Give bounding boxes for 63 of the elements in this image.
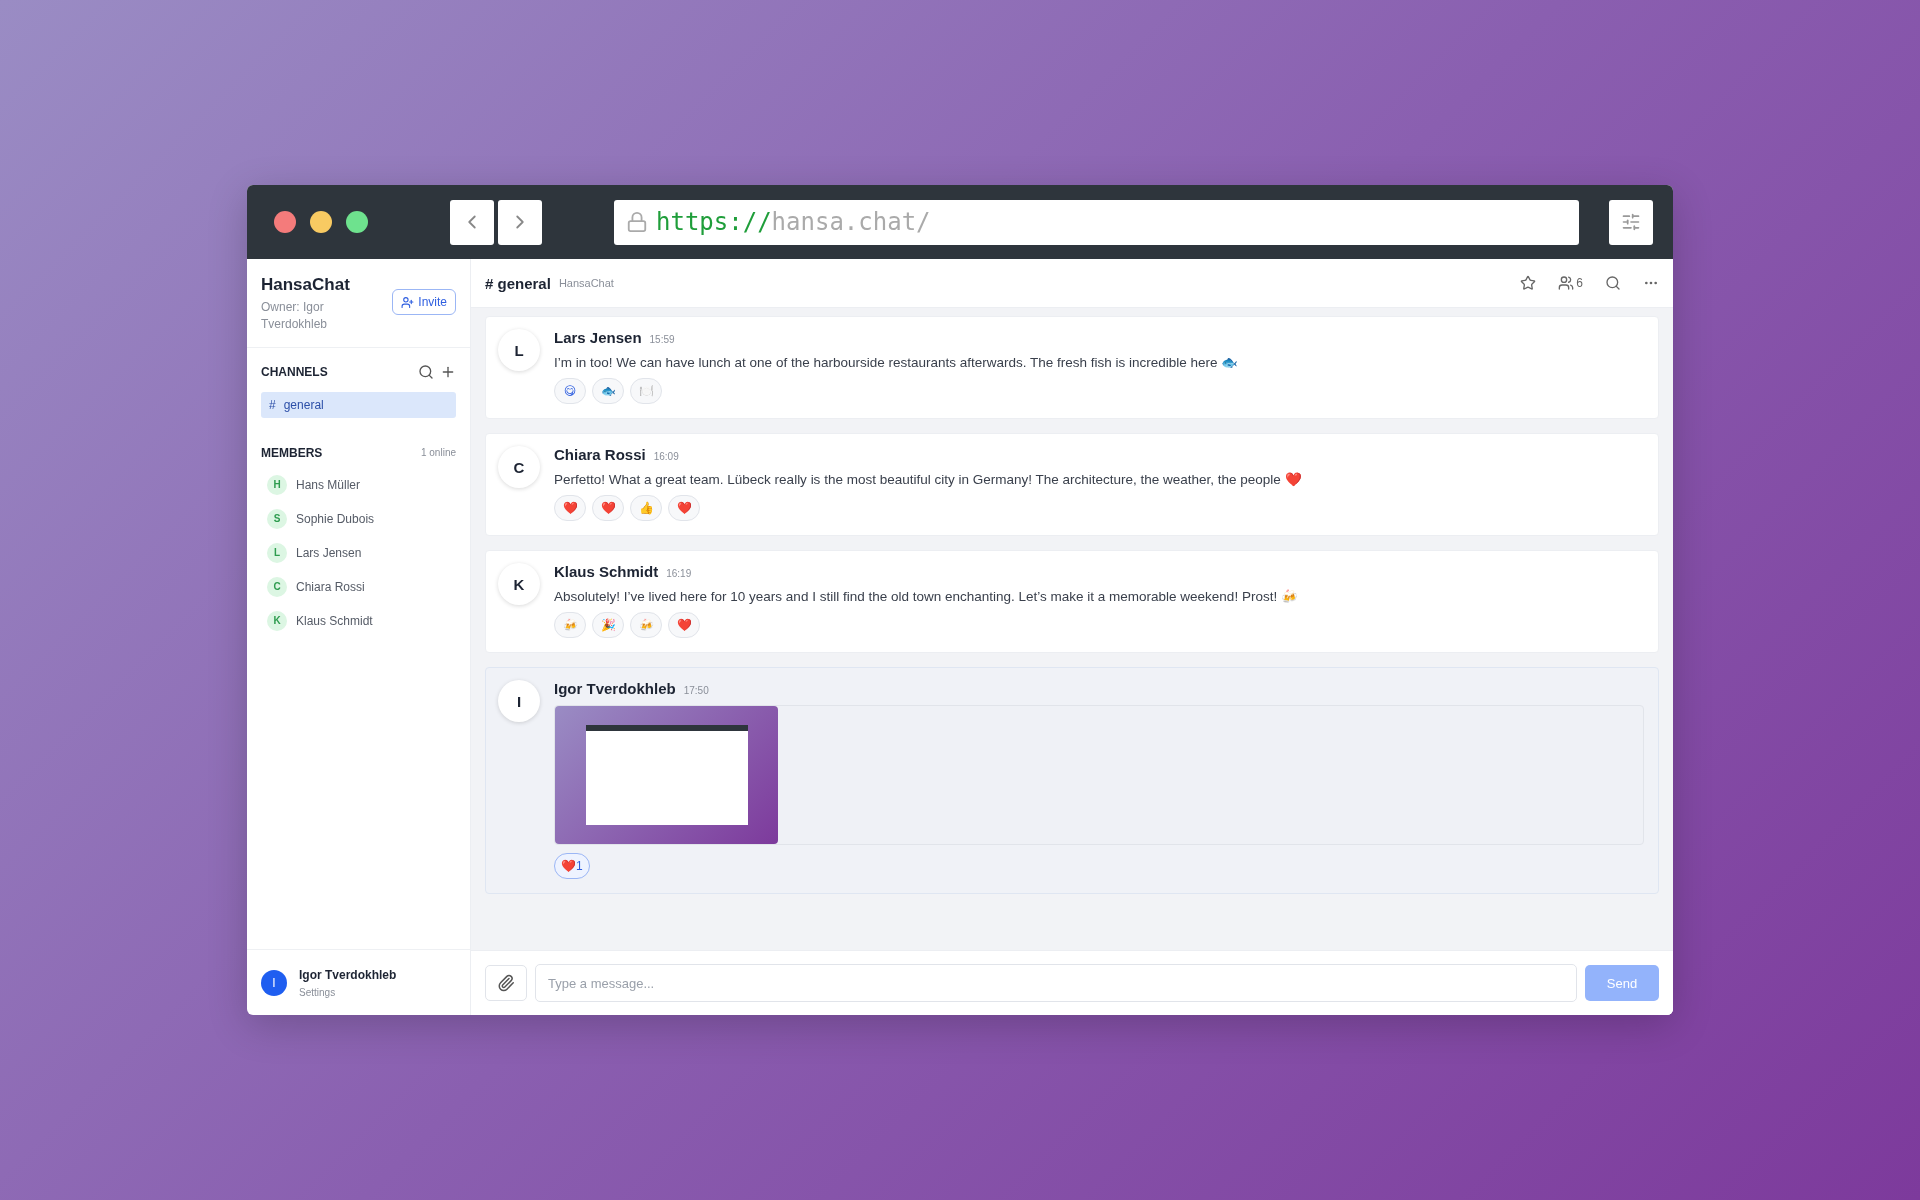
- member-name[interactable]: Hans Müller: [296, 477, 361, 492]
- paperclip-icon: [497, 974, 515, 992]
- reaction-chip[interactable]: ❤1: [554, 853, 590, 879]
- reaction-chip[interactable]: ❤: [592, 495, 624, 521]
- workspace-name: HansaChat: [261, 275, 351, 295]
- member-avatar: C: [267, 576, 287, 597]
- author-avatar: K: [498, 563, 540, 605]
- author-name: Klaus Schmidt: [554, 563, 659, 580]
- back-button[interactable]: [450, 199, 494, 245]
- user-avatar: I: [261, 969, 287, 996]
- settings-button[interactable]: [1609, 199, 1653, 245]
- author-avatar: C: [498, 446, 540, 488]
- section-heading: CHANNELS: [261, 364, 328, 379]
- message-text: Absolutely! I’ve lived here for 10 years and I still find the old town enchanting. Let’s make it a memorable weekend! Prost! 🍻: [554, 588, 1299, 604]
- reaction-chip[interactable]: ❤: [668, 495, 700, 521]
- member-name[interactable]: Chiara Rossi: [296, 579, 365, 594]
- member-name[interactable]: Klaus Schmidt: [296, 613, 373, 628]
- workspace-owner: Owner: Igor Tverdokhleb: [261, 299, 329, 333]
- member-avatar: H: [267, 474, 287, 495]
- message-time: 15:59: [649, 334, 675, 345]
- member-avatar: S: [267, 508, 287, 529]
- message-time: 17:50: [683, 685, 709, 696]
- member-avatar: K: [267, 610, 287, 631]
- maximize-dot[interactable]: [346, 211, 368, 233]
- address-bar[interactable]: https://hansa.chat/: [614, 199, 1579, 245]
- section-heading: MEMBERS: [261, 445, 323, 460]
- message-text: Perfetto! What a great team. Lübeck really is the most beautiful city in Germany! The architecture, the weather, the people ❤: [554, 471, 1303, 487]
- reaction-chip[interactable]: ❤: [668, 612, 700, 638]
- member-name[interactable]: Lars Jensen: [296, 545, 362, 560]
- attach-button[interactable]: [485, 965, 527, 1001]
- message-time: 16:19: [666, 568, 692, 579]
- channel-item[interactable]: # general: [261, 391, 456, 418]
- minimize-dot[interactable]: [310, 211, 332, 233]
- reaction-chip[interactable]: 😋: [554, 378, 586, 404]
- user-plus-icon: [401, 295, 415, 309]
- star-icon[interactable]: [1520, 275, 1537, 291]
- url-text: https://hansa.chat/: [656, 208, 931, 236]
- channel-title: # general: [485, 274, 551, 292]
- user-name: Igor Tverdokhleb: [299, 967, 397, 982]
- online-count: 1 online: [420, 447, 456, 459]
- author-avatar: I: [498, 680, 540, 722]
- reaction-chip[interactable]: 🐟: [592, 378, 624, 404]
- workspace-label: HansaChat: [558, 277, 614, 289]
- reaction-chip[interactable]: 🍽: [630, 378, 662, 404]
- forward-button[interactable]: [498, 199, 542, 245]
- reaction-chip[interactable]: ❤: [554, 495, 586, 521]
- message-input[interactable]: Type a message...: [535, 964, 1577, 1002]
- sliders-icon: [1621, 212, 1641, 232]
- message-text: I’m in too! We can have lunch at one of the harbourside restaurants afterwards. The fresh fish is incredible here 🐟: [554, 354, 1240, 370]
- search-icon[interactable]: [418, 363, 434, 380]
- author-name: Chiara Rossi: [554, 446, 646, 463]
- member-name[interactable]: Sophie Dubois: [296, 511, 375, 526]
- member-avatar: L: [267, 542, 287, 563]
- close-dot[interactable]: [274, 211, 296, 233]
- message-time: 16:09: [653, 451, 679, 462]
- search-icon[interactable]: [1605, 275, 1621, 291]
- author-name: Igor Tverdokhleb: [554, 680, 676, 697]
- author-name: Lars Jensen: [554, 329, 642, 346]
- lock-icon: [626, 211, 648, 233]
- author-avatar: L: [498, 329, 540, 371]
- invite-button[interactable]: Invite: [392, 289, 456, 315]
- members-button[interactable]: 6: [1558, 275, 1583, 291]
- settings-link[interactable]: Settings: [299, 986, 397, 998]
